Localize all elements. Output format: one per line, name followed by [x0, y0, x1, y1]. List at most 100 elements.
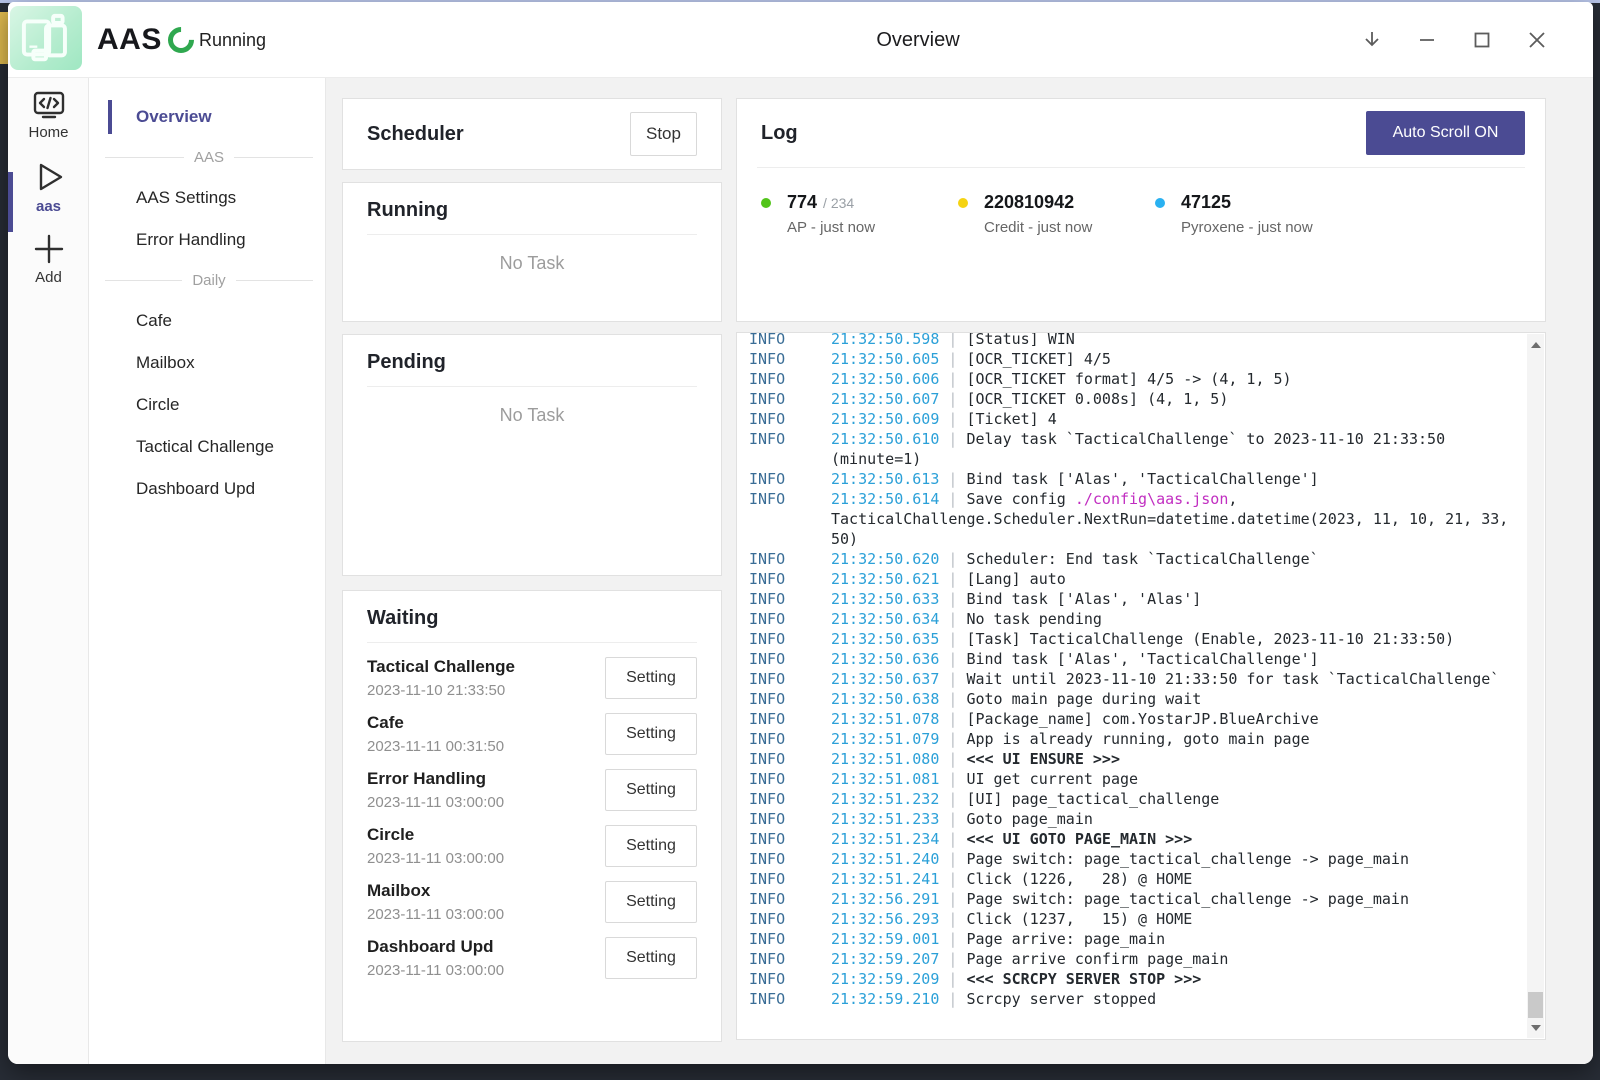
setting-button[interactable]: Setting	[605, 937, 697, 979]
divider	[105, 280, 182, 281]
log-message: Page switch: page_tactical_challenge -> …	[966, 890, 1409, 908]
log-line-body: 21:32:51.233 | Goto page_main	[831, 809, 1514, 829]
log-line: INFO 21:32:59.207 | Page arrive confirm …	[749, 949, 1527, 969]
log-line-body: 21:32:51.081 | UI get current page	[831, 769, 1514, 789]
log-message: App is already running, goto main page	[966, 730, 1309, 748]
log-level: INFO	[749, 829, 831, 849]
waiting-task-next-run: 2023-11-11 03:00:00	[367, 962, 504, 979]
log-level: INFO	[749, 929, 831, 949]
log-separator: |	[939, 390, 966, 408]
plus-icon	[33, 233, 65, 265]
log-timestamp: 21:32:51.233	[831, 810, 939, 828]
log-viewer[interactable]: INFO 21:32:50.598 | [Status] WIN INFO 21…	[736, 332, 1546, 1040]
log-message: <<< UI GOTO PAGE_MAIN >>>	[966, 830, 1192, 848]
waiting-task-info: Dashboard Upd 2023-11-11 03:00:00	[367, 937, 504, 979]
rail-item-aas[interactable]: aas	[8, 152, 89, 222]
auto-scroll-button[interactable]: Auto Scroll ON	[1366, 111, 1525, 155]
setting-button[interactable]: Setting	[605, 881, 697, 923]
rail-label-home: Home	[28, 124, 68, 141]
log-level: INFO	[749, 809, 831, 829]
nav-item-error-handling[interactable]: Error Handling	[89, 219, 325, 261]
log-line-body: 21:32:50.637 | Wait until 2023-11-10 21:…	[831, 669, 1514, 689]
log-message: [OCR_TICKET 0.008s] (4, 1, 5)	[966, 390, 1228, 408]
log-timestamp: 21:32:51.078	[831, 710, 939, 728]
setting-button[interactable]: Setting	[605, 657, 697, 699]
log-message: Click (1237, 15) @ HOME	[966, 910, 1192, 928]
log-message: Wait until 2023-11-10 21:33:50 for task …	[966, 670, 1499, 688]
log-timestamp: 21:32:50.605	[831, 350, 939, 368]
log-timestamp: 21:32:50.613	[831, 470, 939, 488]
scroll-down-icon[interactable]	[1527, 1019, 1544, 1036]
log-message: Goto main page during wait	[966, 690, 1201, 708]
log-separator: |	[939, 810, 966, 828]
scrollbar-thumb[interactable]	[1528, 992, 1543, 1018]
log-timestamp: 21:32:50.609	[831, 410, 939, 428]
nav-item-tactical-challenge[interactable]: Tactical Challenge	[89, 426, 325, 468]
waiting-task-name: Tactical Challenge	[367, 657, 515, 677]
nav-item-aas-settings[interactable]: AAS Settings	[89, 177, 325, 219]
nav-item-cafe[interactable]: Cafe	[89, 300, 325, 342]
nav-item-overview[interactable]: Overview	[89, 96, 325, 138]
log-level: INFO	[749, 909, 831, 929]
waiting-task-row: Tactical Challenge 2023-11-10 21:33:50 S…	[367, 657, 697, 699]
close-icon[interactable]	[1522, 25, 1552, 55]
maximize-icon[interactable]	[1467, 25, 1497, 55]
scroll-up-icon[interactable]	[1527, 336, 1544, 353]
waiting-task-info: Error Handling 2023-11-11 03:00:00	[367, 769, 504, 811]
nav-item-dashboard-upd[interactable]: Dashboard Upd	[89, 468, 325, 510]
minimize-icon[interactable]	[1412, 25, 1442, 55]
log-line: INFO 21:32:59.001 | Page arrive: page_ma…	[749, 929, 1527, 949]
log-line-body: 21:32:50.620 | Scheduler: End task `Tact…	[831, 549, 1514, 569]
green-dot-icon	[761, 198, 771, 208]
log-line: INFO 21:32:59.209 | <<< SCRCPY SERVER ST…	[749, 969, 1527, 989]
log-header: Log Auto Scroll ON	[737, 99, 1545, 167]
log-line: INFO 21:32:51.232 | [UI] page_tactical_c…	[749, 789, 1527, 809]
stop-button[interactable]: Stop	[630, 112, 697, 156]
divider	[234, 157, 313, 158]
log-level: INFO	[749, 869, 831, 889]
log-timestamp: 21:32:50.636	[831, 650, 939, 668]
stat-pyroxene-label: Pyroxene - just now	[1181, 219, 1352, 236]
log-message: Page switch: page_tactical_challenge -> …	[966, 850, 1409, 868]
log-line: INFO 21:32:50.638 | Goto main page durin…	[749, 689, 1527, 709]
log-separator: |	[939, 910, 966, 928]
log-level: INFO	[749, 332, 831, 349]
log-line: INFO 21:32:50.633 | Bind task ['Alas', '…	[749, 589, 1527, 609]
log-separator: |	[939, 850, 966, 868]
log-timestamp: 21:32:51.241	[831, 870, 939, 888]
waiting-task-next-run: 2023-11-10 21:33:50	[367, 682, 515, 699]
waiting-task-name: Error Handling	[367, 769, 504, 789]
setting-button[interactable]: Setting	[605, 769, 697, 811]
nav-section-aas: AAS	[89, 138, 325, 177]
log-separator: |	[939, 470, 966, 488]
log-timestamp: 21:32:51.232	[831, 790, 939, 808]
nav-item-circle[interactable]: Circle	[89, 384, 325, 426]
running-empty-text: No Task	[367, 253, 697, 274]
log-message: [Status] WIN	[966, 332, 1074, 348]
setting-button[interactable]: Setting	[605, 825, 697, 867]
stat-pyroxene: 47125 Pyroxene - just now	[1155, 192, 1352, 236]
log-level: INFO	[749, 349, 831, 369]
icon-rail: Home aas Add	[8, 78, 89, 1064]
log-line-body: 21:32:50.606 | [OCR_TICKET format] 4/5 -…	[831, 369, 1514, 389]
waiting-task-row: Circle 2023-11-11 03:00:00 Setting	[367, 825, 697, 867]
waiting-task-row: Dashboard Upd 2023-11-11 03:00:00 Settin…	[367, 937, 697, 979]
nav-item-mailbox[interactable]: Mailbox	[89, 342, 325, 384]
log-message: Click (1226, 28) @ HOME	[966, 870, 1192, 888]
log-level: INFO	[749, 949, 831, 969]
nav-section-daily: Daily	[89, 261, 325, 300]
log-message: [Ticket] 4	[966, 410, 1056, 428]
rail-item-add[interactable]: Add	[8, 224, 89, 294]
log-timestamp: 21:32:51.240	[831, 850, 939, 868]
log-line-body: 21:32:50.598 | [Status] WIN	[831, 332, 1514, 349]
yellow-dot-icon	[958, 198, 968, 208]
download-icon[interactable]	[1357, 25, 1387, 55]
log-timestamp: 21:32:59.207	[831, 950, 939, 968]
log-message: Page arrive: page_main	[966, 930, 1165, 948]
log-separator: |	[939, 790, 966, 808]
setting-button[interactable]: Setting	[605, 713, 697, 755]
log-scrollbar[interactable]	[1527, 334, 1544, 1038]
rail-item-home[interactable]: Home	[8, 80, 89, 150]
divider	[367, 386, 697, 387]
log-line-body: 21:32:50.614 | Save config ./config\aas.…	[831, 489, 1514, 549]
